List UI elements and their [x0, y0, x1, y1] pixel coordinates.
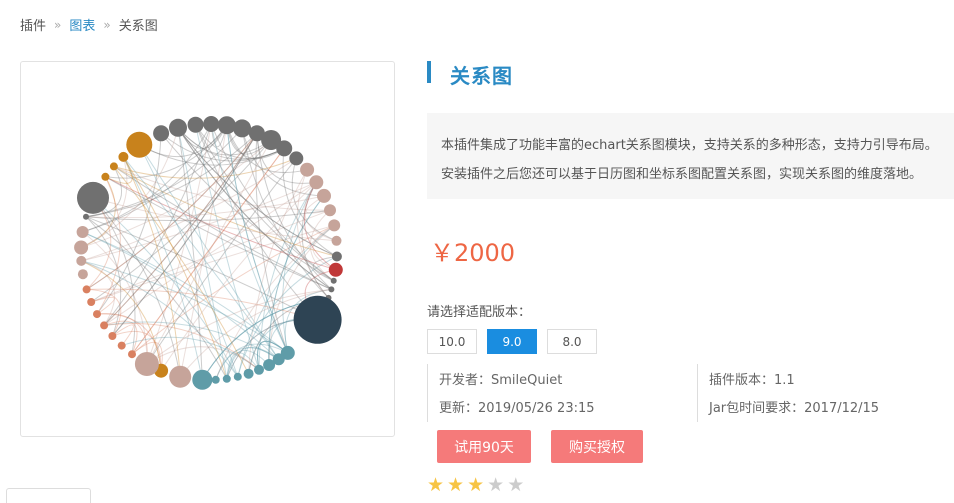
description-line: 本插件集成了功能丰富的echart关系图模块，支持关系的多种形态，支持力引导布局…: [441, 138, 938, 153]
graph-node: [217, 116, 236, 135]
info-divider: [697, 364, 698, 422]
rating-stars: ★ ★ ★ ★ ★: [427, 476, 524, 495]
graph-node: [74, 240, 89, 255]
graph-node: [233, 119, 252, 138]
graph-node: [169, 365, 192, 388]
breadcrumb: 插件 » 图表 » 关系图: [20, 15, 158, 35]
title-accent-bar: [427, 61, 431, 83]
graph-node: [300, 162, 315, 177]
graph-node: [87, 298, 96, 306]
graph-node: [293, 295, 342, 344]
relation-graph-illustration: [74, 116, 343, 390]
graph-node: [254, 364, 264, 375]
graph-node: [328, 286, 335, 293]
updated-info: 更新：2019/05/26 23:15: [439, 401, 595, 416]
graph-node: [276, 140, 293, 157]
graph-node: [109, 162, 118, 171]
star-icon[interactable]: ★: [487, 476, 504, 495]
graph-node: [211, 375, 220, 384]
star-icon[interactable]: ★: [467, 476, 484, 495]
graph-node: [126, 131, 153, 158]
graph-node: [153, 125, 170, 142]
graph-node: [93, 310, 101, 319]
graph-node: [233, 372, 242, 381]
graph-node: [331, 251, 342, 262]
version-options: 10.0 9.0 8.0: [427, 329, 597, 354]
description-box: 本插件集成了功能丰富的echart关系图模块，支持关系的多种形态，支持力引导布局…: [427, 113, 954, 199]
graph-node: [187, 116, 204, 133]
version-option[interactable]: 8.0: [547, 329, 597, 354]
graph-node: [100, 321, 109, 330]
info-divider: [427, 364, 428, 422]
developer-info: 开发者：SmileQuiet: [439, 373, 563, 388]
graph-node: [82, 285, 91, 294]
jar-time-info: Jar包时间要求：2017/12/15: [709, 401, 880, 416]
trial-button[interactable]: 试用90天: [437, 430, 531, 463]
graph-node: [118, 151, 129, 162]
description-line: 安装插件之后您还可以基于日历图和坐标系图配置关系图，实现关系图的维度落地。: [441, 167, 923, 182]
breadcrumb-home[interactable]: 插件: [20, 15, 46, 34]
version-option[interactable]: 10.0: [427, 329, 477, 354]
graph-node: [77, 269, 88, 280]
breadcrumb-category[interactable]: 图表: [69, 15, 95, 34]
graph-node: [128, 350, 136, 359]
graph-node: [108, 332, 117, 340]
bottom-tab-edge: [6, 488, 91, 503]
star-icon[interactable]: ★: [427, 476, 444, 495]
plugin-version-info: 插件版本：1.1: [709, 373, 795, 388]
graph-node: [76, 255, 87, 266]
graph-node: [192, 369, 213, 390]
page-title: 关系图: [450, 64, 513, 88]
graph-node: [169, 118, 187, 137]
graph-node: [77, 181, 109, 214]
preview-image: [20, 61, 395, 437]
graph-node: [324, 204, 336, 217]
chevron-double-right-icon: »: [54, 17, 62, 32]
version-option-selected[interactable]: 9.0: [487, 329, 537, 354]
graph-node: [330, 277, 337, 284]
chevron-double-right-icon: »: [103, 17, 111, 32]
price: ￥2000: [430, 239, 516, 267]
graph-node: [134, 352, 159, 376]
graph-node: [263, 359, 276, 371]
buy-button[interactable]: 购买授权: [551, 430, 643, 463]
version-select-label: 请选择适配版本：: [427, 305, 532, 320]
graph-node: [331, 235, 342, 246]
graph-node: [328, 219, 341, 232]
graph-node: [83, 213, 89, 220]
graph-node: [317, 188, 331, 203]
graph-node: [203, 116, 220, 132]
graph-link: [104, 323, 260, 371]
graph-node: [117, 341, 126, 350]
graph-node: [222, 374, 231, 383]
graph-node: [309, 175, 324, 190]
star-icon[interactable]: ★: [507, 476, 524, 495]
graph-node: [76, 226, 89, 238]
star-icon[interactable]: ★: [447, 476, 464, 495]
graph-node: [328, 262, 343, 277]
graph-node: [101, 172, 110, 181]
graph-node: [289, 151, 304, 166]
breadcrumb-current: 关系图: [118, 19, 158, 34]
graph-node: [243, 368, 254, 379]
